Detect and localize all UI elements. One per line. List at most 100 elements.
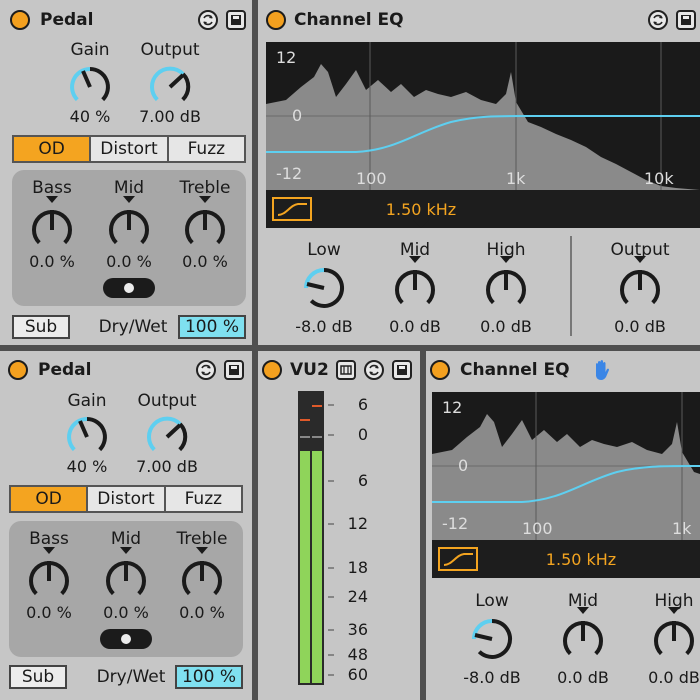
- gain-knob[interactable]: [65, 62, 115, 112]
- hot-swap-icon[interactable]: [364, 360, 384, 380]
- output-label: Output: [137, 391, 197, 411]
- vu-scale-label: 60: [347, 665, 368, 684]
- mode-distort-button[interactable]: Distort: [91, 137, 169, 161]
- sub-button[interactable]: Sub: [12, 315, 70, 339]
- mid-knob[interactable]: [103, 196, 155, 254]
- freq-label-10k: 10k: [644, 169, 674, 188]
- sub-button[interactable]: Sub: [9, 665, 67, 689]
- frequency-bar: 1.50 kHz: [266, 190, 700, 228]
- vu-scale-label: 6: [357, 471, 368, 490]
- vu-scale-label: 48: [347, 645, 368, 664]
- bass-value: 0.0 %: [26, 603, 72, 622]
- mid-knob[interactable]: [100, 547, 152, 605]
- save-icon[interactable]: [224, 360, 244, 380]
- low-label: Low: [475, 591, 509, 611]
- high-knob[interactable]: [648, 607, 700, 665]
- hot-swap-icon[interactable]: [196, 360, 216, 380]
- vu-meter-bars: [298, 391, 324, 685]
- mode-od-button[interactable]: OD: [14, 137, 92, 161]
- gain-knob[interactable]: [62, 412, 112, 462]
- eq-curve-icon[interactable]: [438, 547, 478, 571]
- treble-value: 0.0 %: [179, 603, 225, 622]
- mid-knob[interactable]: [389, 256, 441, 314]
- device-title: Pedal: [40, 10, 94, 30]
- output-value: 7.00 dB: [136, 457, 198, 476]
- db-label-12: 12: [442, 398, 463, 417]
- mode-od-button[interactable]: OD: [11, 487, 89, 511]
- mid-label: Mid: [110, 529, 142, 549]
- freq-label-100: 100: [356, 169, 387, 188]
- drywet-label: Dry/Wet: [96, 667, 166, 687]
- eq-curve-icon[interactable]: [272, 197, 312, 221]
- toggle-switch[interactable]: [103, 278, 155, 298]
- device-on-icon[interactable]: [8, 360, 28, 380]
- channel-eq-device-2: Channel EQ 12 0 -12 100 1k 1.50 kHz Low …: [426, 351, 700, 700]
- frequency-value[interactable]: 1.50 kHz: [526, 550, 636, 569]
- freq-label-100: 100: [522, 519, 553, 538]
- device-on-icon[interactable]: [262, 360, 282, 380]
- divider: [570, 236, 572, 336]
- output-value: 7.00 dB: [139, 107, 201, 126]
- drywet-field[interactable]: 100 %: [178, 315, 246, 339]
- save-icon[interactable]: [392, 360, 412, 380]
- treble-knob[interactable]: [179, 196, 231, 254]
- pedal-device-2: Pedal Gain 40 % Output 7.00 dB OD Distor…: [0, 351, 252, 700]
- device-title: Channel EQ: [460, 360, 570, 380]
- device-title: VU2: [290, 360, 329, 380]
- device-on-icon[interactable]: [430, 360, 450, 380]
- vu-scale-label: 6: [357, 395, 368, 414]
- treble-value: 0.0 %: [182, 252, 228, 271]
- output-knob[interactable]: [142, 412, 192, 462]
- bass-knob[interactable]: [26, 196, 78, 254]
- expand-icon[interactable]: [336, 360, 356, 380]
- mid-value: 0.0 dB: [389, 317, 441, 336]
- mode-selector: OD Distort Fuzz: [12, 135, 246, 163]
- frequency-value[interactable]: 1.50 kHz: [366, 200, 476, 219]
- mode-distort-button[interactable]: Distort: [88, 487, 166, 511]
- spectrum-display[interactable]: 12 0 -12 100 1k: [432, 392, 700, 540]
- high-knob[interactable]: [480, 256, 532, 314]
- low-knob[interactable]: [466, 613, 518, 665]
- db-label-0: 0: [292, 106, 303, 125]
- mode-fuzz-button[interactable]: Fuzz: [166, 487, 241, 511]
- mode-fuzz-button[interactable]: Fuzz: [169, 137, 244, 161]
- mid-label: Mid: [113, 178, 145, 198]
- device-title: Pedal: [38, 360, 92, 380]
- db-label-minus12: -12: [442, 514, 469, 533]
- save-icon[interactable]: [226, 10, 246, 30]
- mid-value: 0.0 dB: [557, 668, 609, 687]
- high-value: 0.0 dB: [480, 317, 532, 336]
- device-on-icon[interactable]: [266, 10, 286, 30]
- db-label-12: 12: [276, 48, 297, 67]
- output-label: Output: [140, 40, 200, 60]
- device-title: Channel EQ: [294, 10, 404, 30]
- gain-value: 40 %: [66, 457, 108, 476]
- hot-swap-icon[interactable]: [648, 10, 668, 30]
- treble-knob[interactable]: [176, 547, 228, 605]
- vu-tick-marks: [328, 404, 334, 676]
- drywet-label: Dry/Wet: [98, 317, 168, 337]
- frequency-bar: 1.50 kHz: [432, 540, 700, 578]
- mode-selector: OD Distort Fuzz: [9, 485, 243, 513]
- mid-value: 0.0 %: [106, 252, 152, 271]
- db-label-0: 0: [458, 456, 469, 475]
- spectrum-display[interactable]: 12 0 -12 100 1k 10k: [266, 42, 700, 190]
- hot-swap-icon[interactable]: [198, 10, 218, 30]
- vu-scale-label: 36: [347, 620, 368, 639]
- freq-label-1k: 1k: [506, 169, 526, 188]
- vu-scale-label: 0: [357, 425, 368, 444]
- output-knob[interactable]: [145, 62, 195, 112]
- low-value: -8.0 dB: [295, 317, 353, 336]
- mid-knob[interactable]: [557, 607, 609, 665]
- bass-knob[interactable]: [23, 547, 75, 605]
- treble-label: Treble: [179, 178, 231, 198]
- toggle-switch[interactable]: [100, 629, 152, 649]
- vu-scale-label: 24: [347, 587, 368, 606]
- gain-label: Gain: [70, 40, 110, 60]
- drywet-field[interactable]: 100 %: [175, 665, 243, 689]
- output-knob[interactable]: [614, 256, 666, 314]
- save-icon[interactable]: [676, 10, 696, 30]
- gain-label: Gain: [67, 391, 107, 411]
- device-on-icon[interactable]: [10, 10, 30, 30]
- low-knob[interactable]: [298, 262, 350, 314]
